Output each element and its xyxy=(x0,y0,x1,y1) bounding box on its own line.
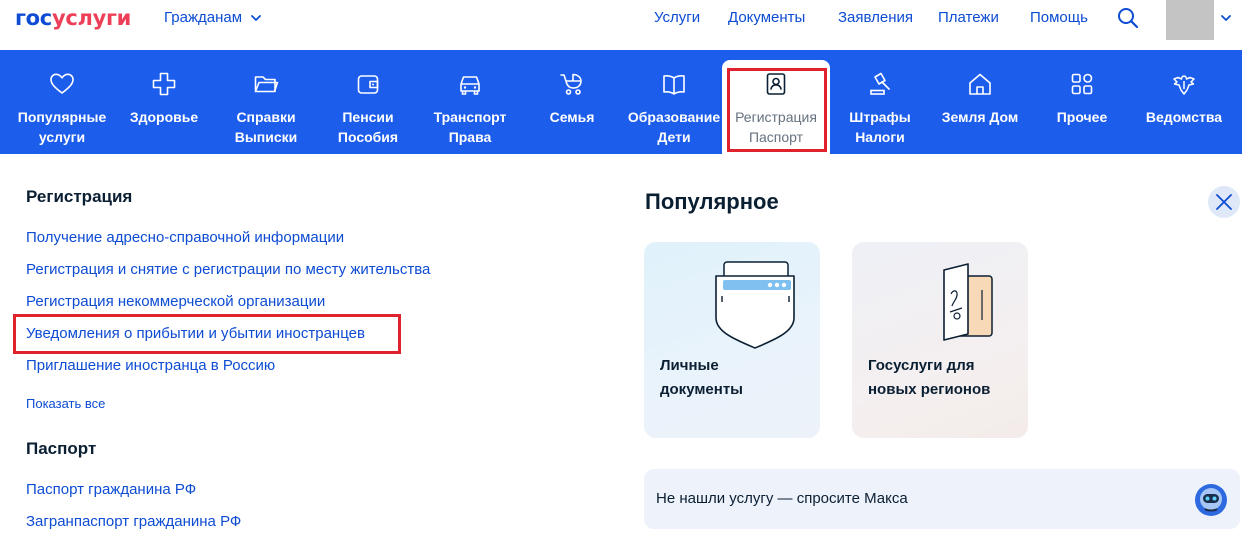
logo-part-uslugi: услуги xyxy=(51,6,132,30)
audience-selector[interactable]: Гражданам xyxy=(164,8,262,28)
category-label: Ведомства xyxy=(1145,109,1223,125)
gosuslugi-logo[interactable]: госуслуги xyxy=(15,6,131,30)
show-all-link[interactable]: Показать все xyxy=(26,395,105,413)
category-registration[interactable]: Регистрация Паспорт xyxy=(722,60,830,154)
category-certificates[interactable]: Справки Выписки xyxy=(216,50,316,154)
category-health[interactable]: Здоровье xyxy=(114,50,214,154)
card-title: Госуслуги для новых регионов xyxy=(868,357,991,398)
category-fines[interactable]: Штрафы Налоги xyxy=(830,50,930,154)
car-icon xyxy=(460,76,480,95)
link-foreigner-notifications[interactable]: Уведомления о прибытии и убытии иностран… xyxy=(26,324,365,344)
ask-assistant-banner[interactable]: Не нашли услугу — спросите Макса xyxy=(644,469,1240,529)
card-title: Личные документы xyxy=(660,357,743,398)
link-nonprofit-registration[interactable]: Регистрация некоммерческой организации xyxy=(26,292,325,312)
heart-icon xyxy=(50,73,74,94)
card-new-regions[interactable]: Госуслуги для новых регионов xyxy=(852,242,1028,438)
ask-assistant-text: Не нашли услугу — спросите Макса xyxy=(656,490,908,507)
audience-label: Гражданам xyxy=(164,9,243,26)
avatar[interactable] xyxy=(1166,0,1214,40)
section-title-passport: Паспорт xyxy=(26,439,97,458)
category-bar: Популярные услуги Здоровье Справки Выписки… xyxy=(0,50,1242,154)
link-internal-passport[interactable]: Паспорт гражданина РФ xyxy=(26,480,196,500)
gavel-icon xyxy=(870,72,890,95)
medical-cross-icon xyxy=(152,72,176,96)
nav-link-documents[interactable]: Документы xyxy=(728,8,805,28)
nav-link-services[interactable]: Услуги xyxy=(654,8,700,28)
wallet-icon xyxy=(357,75,379,94)
card-personal-documents[interactable]: Личные документы xyxy=(644,242,820,438)
nav-link-payments[interactable]: Платежи xyxy=(938,8,999,28)
search-icon[interactable] xyxy=(1116,6,1140,30)
close-button[interactable] xyxy=(1208,186,1240,218)
robot-assistant-icon xyxy=(1195,484,1227,516)
category-other[interactable]: Прочее xyxy=(1032,50,1132,154)
link-address-info[interactable]: Получение адресно-справочной информации xyxy=(26,228,344,248)
passport-book-icon xyxy=(943,263,993,341)
category-land-house[interactable]: Земля Дом xyxy=(930,50,1030,154)
folder-icon xyxy=(254,76,279,93)
link-foreigner-invitation[interactable]: Приглашение иностранца в Россию xyxy=(26,356,275,376)
eagle-emblem-icon xyxy=(1173,75,1195,95)
category-pensions[interactable]: Пенсии Пособия xyxy=(318,50,418,154)
close-icon xyxy=(1216,194,1232,210)
category-family[interactable]: Семья xyxy=(522,50,622,154)
chevron-down-icon[interactable] xyxy=(1219,11,1233,25)
section-title-registration: Регистрация xyxy=(26,187,133,206)
logo-part-gos: гос xyxy=(15,6,52,30)
category-popular[interactable]: Популярные услуги xyxy=(12,50,112,154)
house-icon xyxy=(969,73,991,95)
book-icon xyxy=(663,75,685,95)
category-transport[interactable]: Транспорт Права xyxy=(420,50,520,154)
chevron-down-icon xyxy=(251,15,261,21)
category-education[interactable]: Образование Дети xyxy=(624,50,724,154)
top-header: госуслуги Гражданам Услуги Документы Зая… xyxy=(0,0,1242,50)
link-residence-registration[interactable]: Регистрация и снятие с регистрации по ме… xyxy=(26,260,430,280)
id-badge-icon xyxy=(766,73,786,95)
nav-link-help[interactable]: Помощь xyxy=(1030,8,1088,28)
stroller-icon xyxy=(560,73,582,95)
popular-title: Популярное xyxy=(645,189,779,214)
link-foreign-passport[interactable]: Загранпаспорт гражданина РФ xyxy=(26,512,241,532)
nav-link-applications[interactable]: Заявления xyxy=(838,8,913,28)
grid-icon xyxy=(1071,73,1093,95)
document-pocket-icon xyxy=(715,261,795,349)
category-agencies[interactable]: Ведомства xyxy=(1134,50,1234,154)
